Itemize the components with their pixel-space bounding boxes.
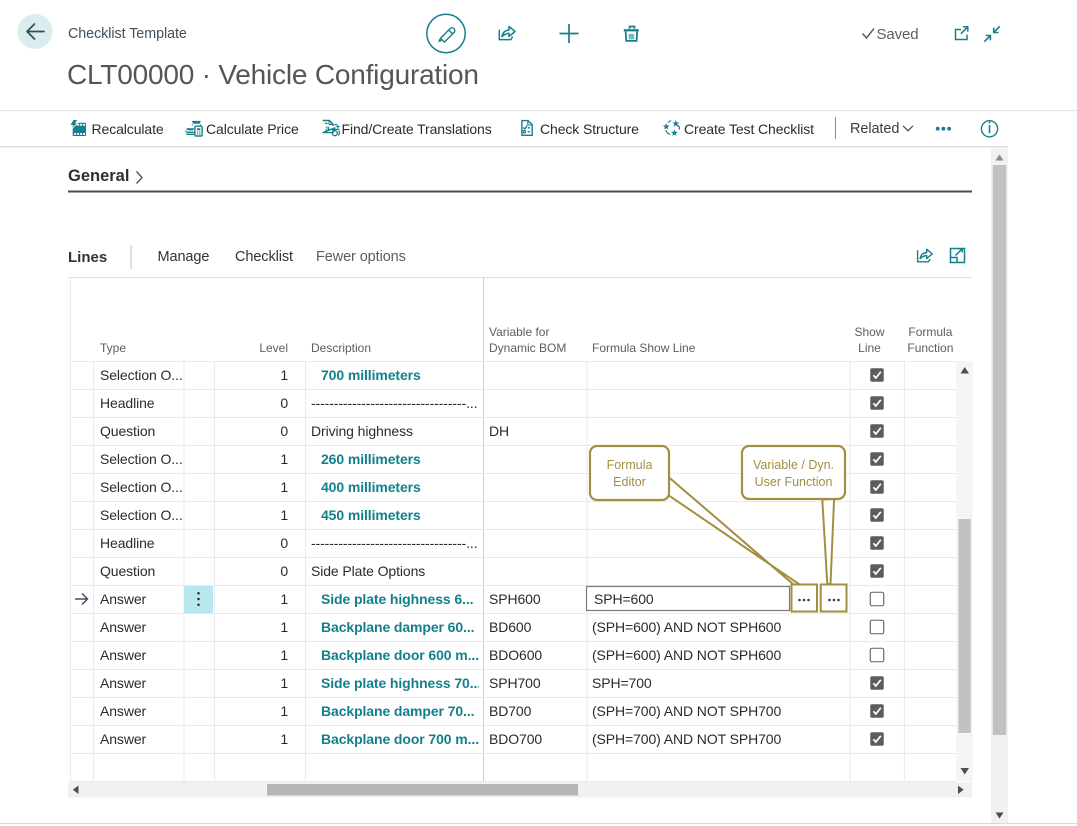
svg-text:a: a: [325, 124, 330, 133]
